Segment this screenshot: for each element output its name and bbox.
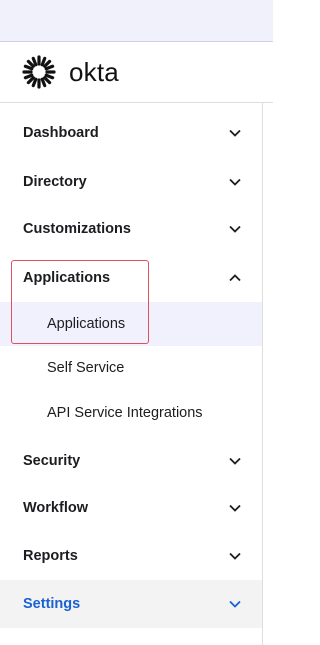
nav-item-label: Customizations — [23, 221, 131, 237]
subnav-item-api-service-integrations[interactable]: API Service Integrations — [0, 391, 262, 435]
sidebar-divider — [262, 102, 263, 645]
nav-item-reports[interactable]: Reports — [0, 532, 262, 580]
chevron-down-icon — [229, 129, 241, 137]
subnav-item-applications[interactable]: Applications — [0, 302, 262, 346]
subnav-item-label: Self Service — [47, 360, 125, 376]
nav-item-label: Workflow — [23, 500, 88, 516]
nav-item-label: Applications — [23, 270, 111, 286]
chevron-down-icon — [229, 552, 241, 560]
nav-item-label: Directory — [23, 174, 87, 190]
nav-item-customizations[interactable]: Customizations — [0, 205, 262, 253]
chevron-down-icon — [229, 178, 241, 186]
nav-item-workflow[interactable]: Workflow — [0, 484, 262, 532]
chevron-down-icon — [229, 504, 241, 512]
subnav-item-self-service[interactable]: Self Service — [0, 346, 262, 390]
nav-item-dashboard[interactable]: Dashboard — [0, 109, 262, 157]
chevron-down-icon — [229, 457, 241, 465]
nav-item-label: Reports — [23, 548, 78, 564]
okta-sunburst-icon — [22, 55, 56, 89]
top-bar — [0, 0, 273, 42]
nav-item-label: Dashboard — [23, 125, 99, 141]
nav-item-label: Settings — [23, 596, 81, 612]
chevron-down-icon — [229, 225, 241, 233]
nav-item-settings[interactable]: Settings — [0, 580, 262, 628]
chevron-down-icon — [229, 600, 241, 608]
nav-item-applications[interactable]: Applications — [0, 254, 262, 302]
brand-header: okta — [0, 42, 273, 103]
brand-name: okta — [69, 57, 119, 87]
nav-item-label: Security — [23, 453, 81, 469]
nav-item-security[interactable]: Security — [0, 437, 262, 485]
subnav-item-label: Applications — [47, 316, 126, 332]
subnav-item-label: API Service Integrations — [47, 405, 203, 421]
chevron-up-icon — [229, 274, 241, 282]
nav-item-directory[interactable]: Directory — [0, 158, 262, 206]
